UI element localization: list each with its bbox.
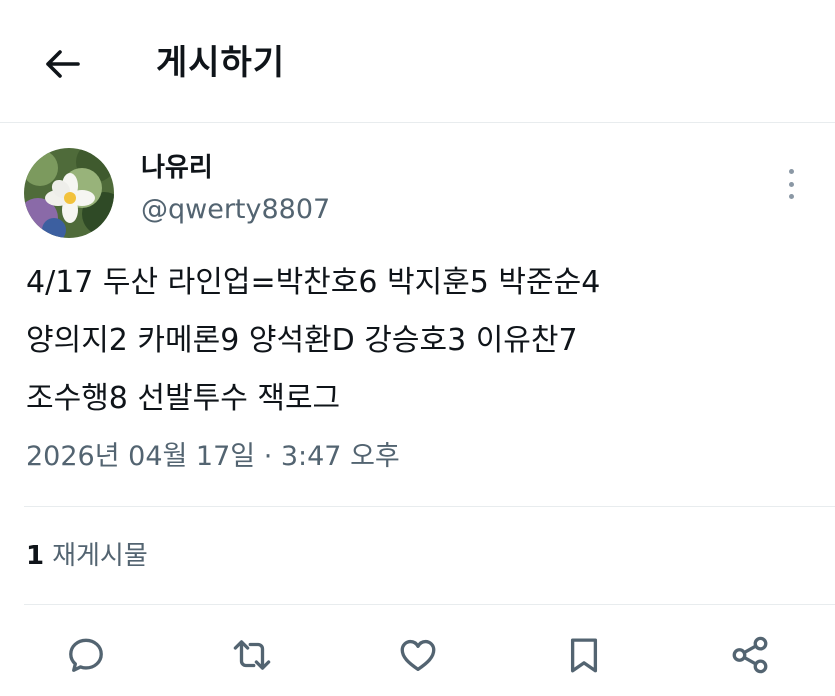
- divider: [24, 604, 835, 605]
- avatar-flower-image: [24, 148, 114, 238]
- retweet-icon: [233, 640, 271, 670]
- avatar[interactable]: [24, 148, 114, 238]
- retweet-count: 1: [26, 541, 45, 571]
- share-icon: [732, 636, 768, 674]
- top-bar: 게시하기: [0, 0, 835, 123]
- retweet-stats[interactable]: 1 재게시물: [26, 536, 148, 576]
- more-dot: [788, 169, 794, 174]
- more-dot: [788, 194, 794, 199]
- share-button[interactable]: [727, 632, 773, 678]
- arrow-left-icon: [46, 50, 80, 78]
- tweet-text-line: 조수행8 선발투수 잭로그: [26, 381, 341, 416]
- tweet-text-line: 양의지2 카메론9 양석환D 강승호3 이유찬7: [26, 323, 578, 358]
- bookmark-icon: [570, 638, 598, 673]
- author-handle[interactable]: @qwerty8807: [141, 193, 330, 227]
- bookmark-button[interactable]: [561, 632, 607, 678]
- like-button[interactable]: [395, 632, 441, 678]
- more-dot: [788, 181, 794, 187]
- like-icon: [400, 639, 436, 672]
- reply-button[interactable]: [63, 632, 109, 678]
- divider: [24, 506, 835, 507]
- reply-icon: [69, 638, 103, 672]
- back-button[interactable]: [40, 44, 84, 84]
- page-title: 게시하기: [156, 43, 286, 83]
- tweet-text-line: 4/17 두산 라인업=박찬호6 박지훈5 박준순4: [26, 265, 601, 300]
- tweet-timestamp[interactable]: 2026년 04월 17일 · 3:47 오후: [26, 434, 400, 480]
- more-options-button[interactable]: [776, 166, 806, 202]
- author-name[interactable]: 나유리: [141, 151, 213, 185]
- tweet-text: 4/17 두산 라인업=박찬호6 박지훈5 박준순4 양의지2 카메론9 양석환…: [26, 254, 816, 428]
- retweet-button[interactable]: [229, 632, 275, 678]
- retweet-label: 재게시물: [52, 541, 148, 571]
